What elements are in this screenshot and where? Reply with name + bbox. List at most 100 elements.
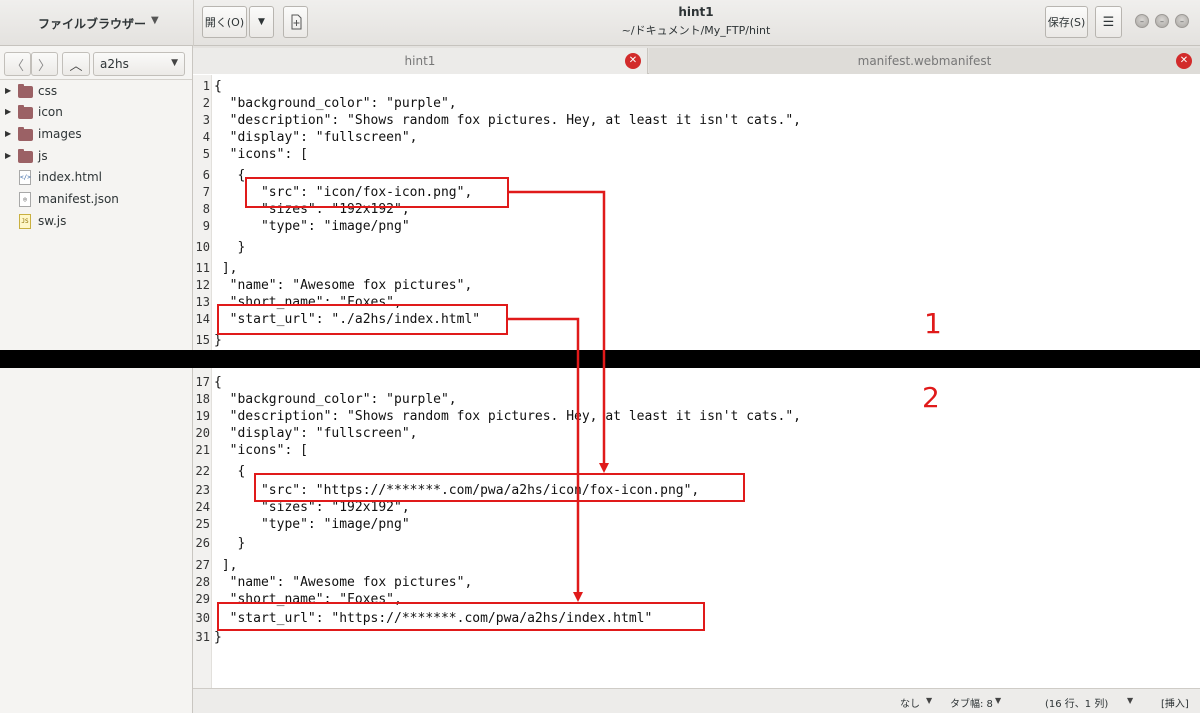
tree-item-css[interactable]: ▶ css <box>0 81 192 102</box>
tree-item-label: icon <box>38 105 63 119</box>
js-file-icon: JS <box>19 214 31 229</box>
code-text: "short_name": "Foxes", <box>214 295 402 310</box>
chevron-down-icon[interactable]: ▼ <box>995 696 1001 705</box>
line-number: 21 <box>195 443 210 457</box>
code-text: { <box>214 464 246 479</box>
chevron-up-icon: ︿ <box>69 58 83 74</box>
expander-icon[interactable]: ▶ <box>5 86 11 95</box>
line-number: 8 <box>202 202 210 216</box>
tab-width-selector[interactable]: タブ幅: 8 <box>950 695 993 710</box>
tree-item-js[interactable]: ▶ js <box>0 146 192 167</box>
window-path: ~/ドキュメント/My_FTP/hint <box>621 24 771 37</box>
line-number: 24 <box>195 500 210 514</box>
forward-button[interactable]: 〉 <box>31 52 58 76</box>
line-number: 22 <box>195 464 210 478</box>
syntax-selector[interactable]: なし <box>900 695 920 710</box>
close-window-button[interactable]: – <box>1175 14 1189 28</box>
close-tab-icon[interactable]: ✕ <box>1176 53 1192 69</box>
line-number: 28 <box>195 575 210 589</box>
location-value: a2hs <box>100 57 129 71</box>
line-number: 30 <box>195 611 210 625</box>
tab-label: manifest.webmanifest <box>857 54 992 68</box>
code-text: } <box>214 333 222 348</box>
html-file-icon: </> <box>19 170 31 185</box>
json-file-icon: ◎ <box>19 192 31 207</box>
code-text: "icons": [ <box>214 147 308 162</box>
line-number: 13 <box>195 295 210 309</box>
chevron-down-icon[interactable]: ▼ <box>1127 696 1133 705</box>
tree-item-label: css <box>38 84 58 98</box>
chevron-down-icon: ▼ <box>171 58 178 68</box>
folder-icon <box>18 127 33 141</box>
annotation-label-1: 1 <box>924 307 942 340</box>
tree-item-index-html[interactable]: </> index.html <box>0 167 192 188</box>
code-text: "name": "Awesome fox pictures", <box>214 575 473 590</box>
tree-item-label: index.html <box>38 170 102 184</box>
tab-bar: hint1 ✕ manifest.webmanifest ✕ <box>193 46 1200 74</box>
maximize-button[interactable]: – <box>1155 14 1169 28</box>
code-text: "description": "Shows random fox picture… <box>214 113 801 128</box>
folder-icon <box>18 84 33 98</box>
folder-icon <box>18 149 33 163</box>
chevron-down-icon[interactable]: ▼ <box>151 15 159 26</box>
line-number: 10 <box>195 240 210 254</box>
code-text: "background_color": "purple", <box>214 392 457 407</box>
maximize-icon: – <box>1160 16 1164 26</box>
code-text: "description": "Shows random fox picture… <box>214 409 801 424</box>
line-number: 3 <box>202 113 210 127</box>
code-text: } <box>214 536 246 551</box>
tab-hint1[interactable]: hint1 ✕ <box>193 48 648 74</box>
file-browser-panel: 〈 〉 ︿ a2hs ▼ ▶ css ▶ icon ▶ images ▶ js <box>0 46 193 713</box>
code-text: "short_name": "Foxes", <box>214 592 402 607</box>
code-text: "src": "https://*******.com/pwa/a2hs/ico… <box>214 483 700 498</box>
line-number: 26 <box>195 536 210 550</box>
line-number: 23 <box>195 483 210 497</box>
screenshot-divider <box>0 350 1200 368</box>
code-text: "name": "Awesome fox pictures", <box>214 278 473 293</box>
file-browser-title[interactable]: ファイルブラウザー <box>38 15 146 32</box>
hamburger-menu-button[interactable]: ☰ <box>1095 6 1122 38</box>
tree-item-images[interactable]: ▶ images <box>0 124 192 145</box>
code-text: "icons": [ <box>214 443 308 458</box>
minimize-icon: – <box>1140 16 1144 26</box>
tree-item-manifest-json[interactable]: ◎ manifest.json <box>0 189 192 210</box>
code-text: "background_color": "purple", <box>214 96 457 111</box>
tree-item-label: manifest.json <box>38 192 119 206</box>
expander-icon[interactable]: ▶ <box>5 107 11 116</box>
new-document-button[interactable] <box>283 6 308 38</box>
close-tab-icon[interactable]: ✕ <box>625 53 641 69</box>
cursor-position[interactable]: (16 行、1 列) <box>1045 695 1108 710</box>
tree-item-label: sw.js <box>38 214 67 228</box>
status-bar: なし ▼ タブ幅: 8 ▼ (16 行、1 列) ▼ [挿入] <box>193 688 1200 713</box>
annotation-label-2: 2 <box>922 381 940 414</box>
code-text: "type": "image/png" <box>214 219 410 234</box>
line-number: 7 <box>202 185 210 199</box>
editor-pane-bottom[interactable]: 17 {18 "background_color": "purple", 19 "d… <box>193 368 1200 688</box>
expander-icon[interactable]: ▶ <box>5 151 11 160</box>
line-number: 1 <box>202 79 210 93</box>
tree-item-icon[interactable]: ▶ icon <box>0 102 192 123</box>
save-button[interactable]: 保存(S) <box>1045 6 1088 38</box>
minimize-button[interactable]: – <box>1135 14 1149 28</box>
insert-mode-indicator: [挿入] <box>1161 699 1189 710</box>
line-number: 18 <box>195 392 210 406</box>
code-text: { <box>214 79 222 94</box>
tree-item-sw-js[interactable]: JS sw.js <box>0 211 192 232</box>
line-number: 17 <box>195 375 210 389</box>
parent-folder-button[interactable]: ︿ <box>62 52 90 76</box>
open-button[interactable]: 開く(O) <box>202 6 247 38</box>
expander-icon[interactable]: ▶ <box>5 129 11 138</box>
back-button[interactable]: 〈 <box>4 52 31 76</box>
location-dropdown[interactable]: a2hs ▼ <box>93 52 185 76</box>
editor-pane-top[interactable]: 1 {2 "background_color": "purple", 3 "desc… <box>193 75 1200 350</box>
line-number: 25 <box>195 517 210 531</box>
tab-manifest-webmanifest[interactable]: manifest.webmanifest ✕ <box>649 48 1200 74</box>
chevron-down-icon[interactable]: ▼ <box>926 696 932 705</box>
line-number: 6 <box>202 168 210 182</box>
line-number: 2 <box>202 96 210 110</box>
code-text: "start_url": "https://*******.com/pwa/a2… <box>214 611 653 626</box>
line-number: 9 <box>202 219 210 233</box>
code-text: } <box>214 240 246 255</box>
chevron-right-icon: 〉 <box>37 58 51 74</box>
open-menu-button[interactable]: ▼ <box>249 6 274 38</box>
